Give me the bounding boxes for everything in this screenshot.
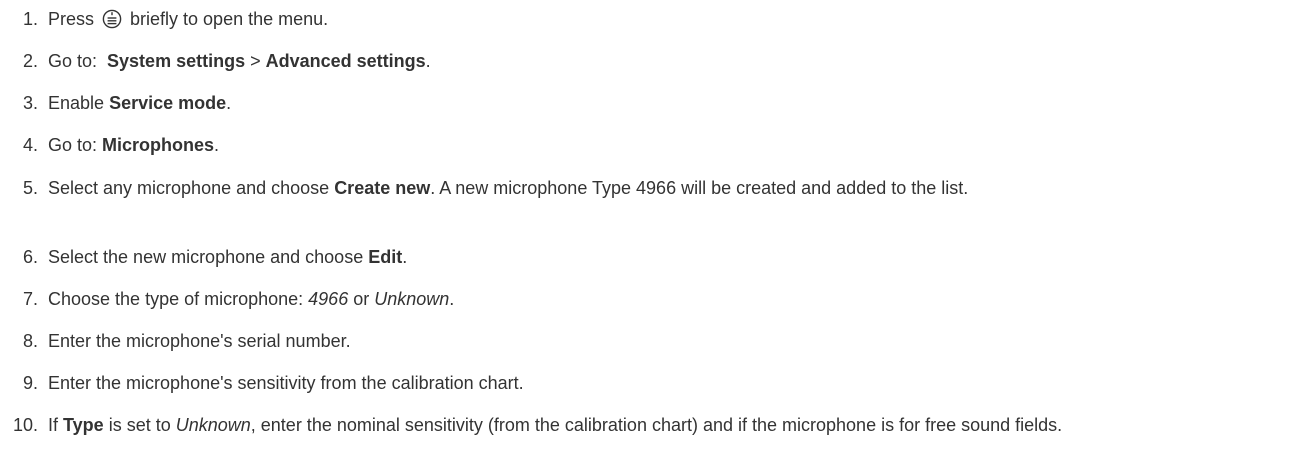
step-number: 10. (12, 415, 38, 435)
ui-term: Create new (334, 178, 431, 198)
ui-term: Microphones (102, 135, 215, 155)
option-value: Unknown (175, 415, 251, 435)
step-text-segment: briefly to open the menu. (125, 9, 329, 29)
step-number: 6. (22, 247, 38, 267)
step-text-segment: Enable (48, 93, 110, 113)
step-text-segment: Enter the microphone's serial number. (48, 331, 351, 351)
step-text-segment: Go to: (48, 51, 108, 71)
step-number: 5. (22, 178, 38, 198)
step-text: Enter the microphone's sensitivity from … (48, 372, 1263, 394)
step-text-segment: is set to (103, 415, 176, 435)
step-text-segment: Select any microphone and choose (48, 178, 335, 198)
step-text-segment: Choose the type of microphone: (48, 289, 309, 309)
step-text: If Type is set to Unknown, enter the nom… (48, 414, 1263, 436)
step-text-segment: Select the new microphone and choose (48, 247, 369, 267)
option-value: 4966 (308, 289, 349, 309)
step-text: Enter the microphone's serial number. (48, 330, 1263, 352)
step-text-segment: . (425, 51, 431, 71)
step-text: Go to: Microphones. (48, 134, 1263, 156)
menu-button-icon (102, 9, 122, 29)
step-text-segment: > (245, 51, 266, 71)
step-number: 4. (22, 135, 38, 155)
step-number: 9. (22, 373, 38, 393)
step-text-segment: . (226, 93, 232, 113)
step-text-segment: . A new microphone Type 4966 will be cre… (430, 178, 969, 198)
step-text-segment: . (214, 135, 220, 155)
step-text-segment: Enter the microphone's sensitivity from … (48, 373, 524, 393)
step-number: 2. (22, 51, 38, 71)
step-number: 7. (22, 289, 38, 309)
step-text: Select the new microphone and choose Edi… (48, 246, 1263, 268)
step-text: Choose the type of microphone: 4966 or U… (48, 288, 1263, 310)
step-text: Go to: System settings > Advanced settin… (48, 50, 1263, 72)
step-text-segment: . (449, 289, 455, 309)
ui-term: Type (63, 415, 104, 435)
ui-term: System settings (107, 51, 246, 71)
step-number: 8. (22, 331, 38, 351)
step-text: Enable Service mode. (48, 92, 1263, 114)
ui-term: Service mode (109, 93, 227, 113)
step-text: Press briefly to open the menu. (48, 8, 1263, 30)
step-text-segment: Press (48, 9, 100, 29)
ui-term: Advanced settings (265, 51, 426, 71)
step-text-segment: . (402, 247, 408, 267)
step-text-segment: , enter the nominal sensitivity (from th… (250, 415, 1063, 435)
step-text: Select any microphone and choose Create … (48, 177, 1263, 199)
step-text-segment: or (348, 289, 375, 309)
ui-term: Edit (368, 247, 403, 267)
step-number: 3. (22, 93, 38, 113)
step-text-segment: If (48, 415, 64, 435)
option-value: Unknown (374, 289, 450, 309)
step-text-segment: Go to: (48, 135, 103, 155)
step-number: 1. (22, 9, 38, 29)
